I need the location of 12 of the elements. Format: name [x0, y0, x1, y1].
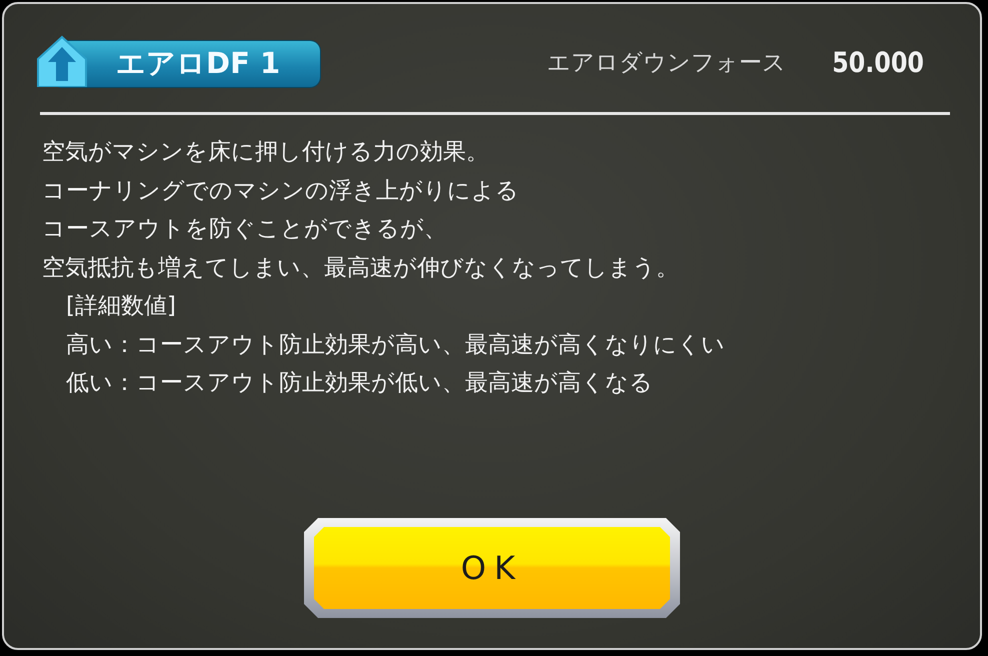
- detail-line: 高い：コースアウト防止効果が高い、最高速が高くなりにくい: [65, 330, 726, 360]
- stat-label: エアロダウンフォース: [546, 48, 786, 78]
- detail-line: 低い：コースアウト防止効果が低い、最高速が高くなる: [65, 369, 654, 398]
- stat-value: 50.000: [832, 46, 924, 78]
- detail-line: [詳細数値]: [65, 292, 177, 321]
- ok-button[interactable]: OK: [304, 518, 680, 618]
- description-line: 空気がマシンを床に押し付ける力の効果。: [42, 138, 490, 167]
- house-arrow-icon: [36, 35, 88, 87]
- description-line: コースアウトを防ぐことができるが、: [42, 215, 448, 244]
- dialog-title: エアロDF 1: [116, 45, 280, 82]
- description-line: 空気抵抗も増えてしまい、最高速が伸びなくなってしまう。: [42, 254, 680, 282]
- description-line: コーナリングでのマシンの浮き上がりによる: [42, 176, 520, 206]
